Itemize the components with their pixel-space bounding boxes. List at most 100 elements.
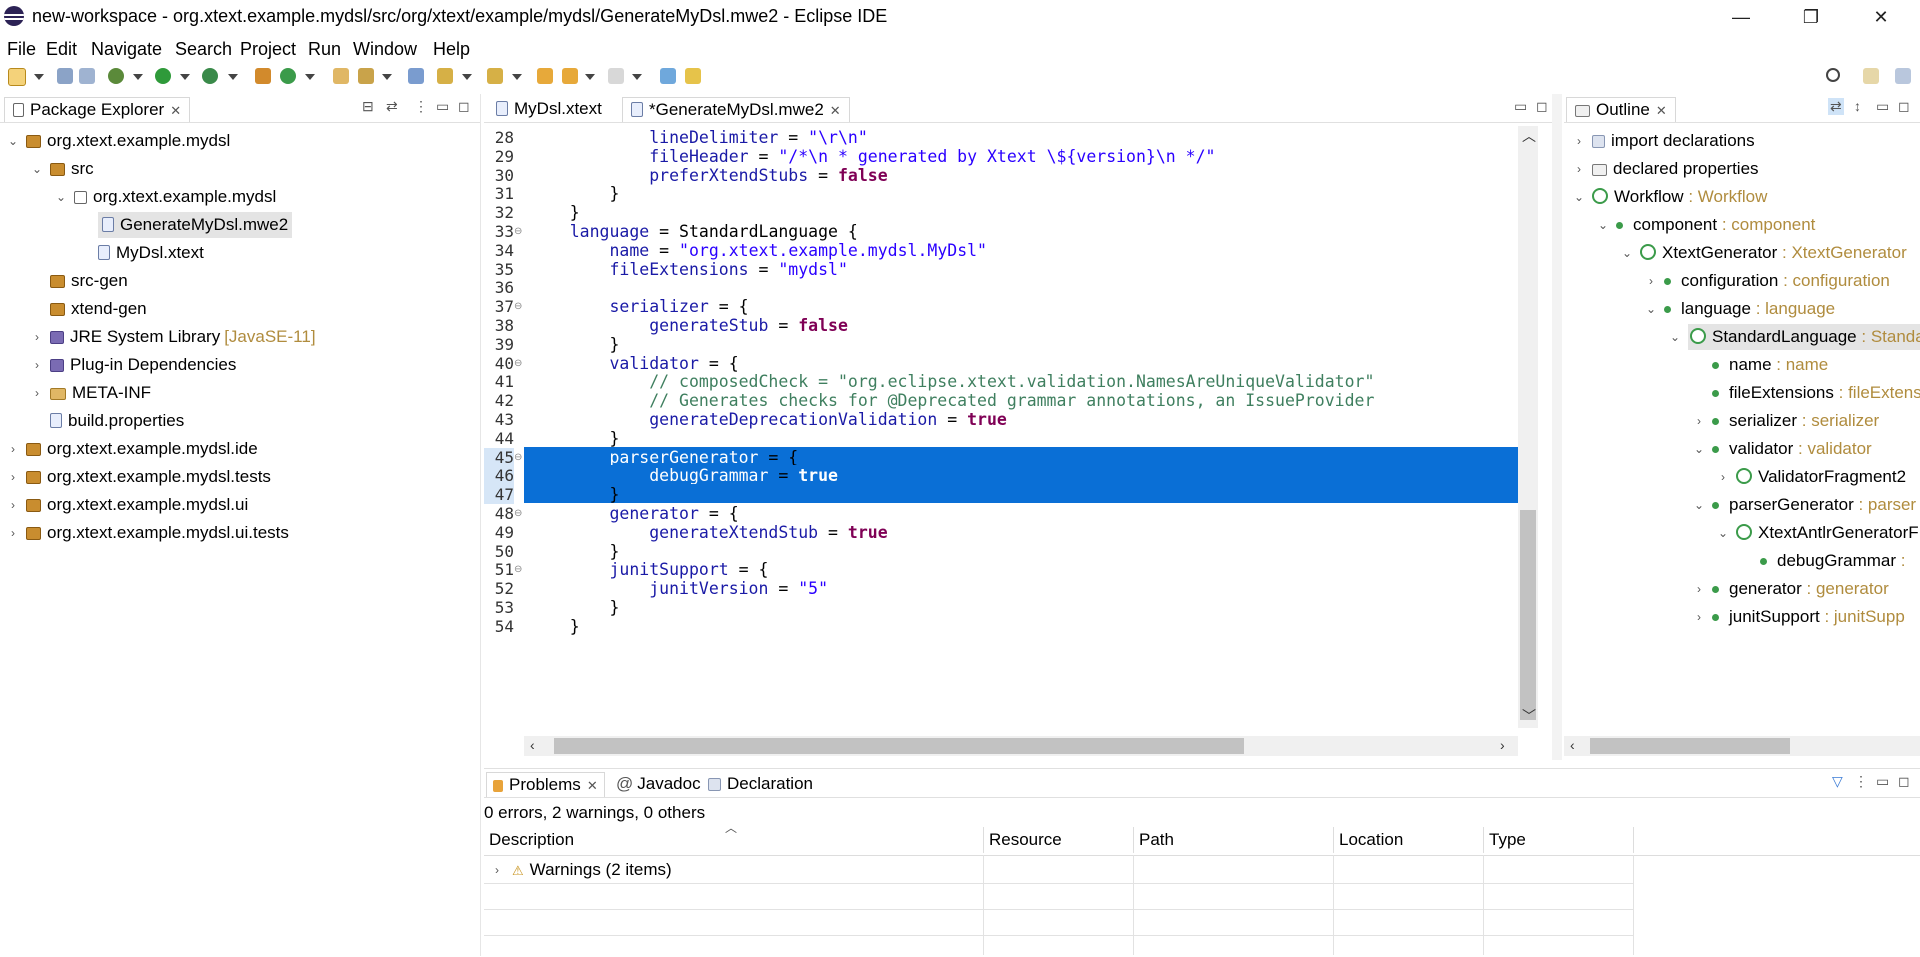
code-line[interactable]: generateXtendStub = true [530, 523, 887, 542]
menu-help[interactable]: Help [433, 39, 470, 60]
tab-problems[interactable]: Problems ✕ [486, 772, 605, 797]
forward-icon[interactable] [608, 68, 624, 84]
back-icon[interactable] [562, 68, 578, 84]
minimize-view-icon[interactable]: ▭ [436, 98, 449, 115]
minimize-button[interactable]: — [1706, 0, 1776, 34]
scroll-down-icon[interactable]: ﹀ [1522, 706, 1536, 726]
fold-toggle-icon[interactable]: ⊖ [514, 504, 522, 523]
menu-run[interactable]: Run [308, 39, 341, 60]
close-icon[interactable]: ✕ [170, 103, 181, 118]
editor-vertical-scrollbar[interactable]: ︿ ﹀ [1518, 126, 1538, 728]
expand-icon[interactable]: › [1692, 604, 1706, 630]
new-dropdown-icon[interactable] [34, 74, 44, 80]
expand-icon[interactable]: › [1692, 408, 1706, 434]
expand-icon[interactable]: › [30, 352, 44, 378]
right-sash[interactable] [1552, 94, 1562, 760]
code-line[interactable]: lineDelimiter = "\r\n" [530, 128, 868, 147]
collapse-icon[interactable]: ⌄ [1692, 492, 1706, 518]
open-perspective-icon[interactable] [1863, 68, 1879, 84]
menu-search[interactable]: Search [175, 39, 232, 60]
new-class-dropdown-icon[interactable] [305, 74, 315, 80]
expand-icon[interactable]: › [1692, 576, 1706, 602]
link-with-editor-icon[interactable]: ⇄ [386, 98, 398, 115]
view-menu-icon[interactable]: ⋮ [414, 98, 428, 115]
col-type[interactable]: Type [1484, 827, 1634, 853]
run-dropdown-icon[interactable] [180, 74, 190, 80]
next-annotation-dropdown-icon[interactable] [462, 74, 472, 80]
code-line[interactable]: preferXtendStubs = false [530, 166, 887, 185]
tab-generate-mwe2[interactable]: *GenerateMyDsl.mwe2 ✕ [622, 97, 850, 122]
fold-toggle-icon[interactable]: ⊖ [514, 297, 522, 316]
tree-item[interactable]: MyDsl.xtext [98, 240, 204, 266]
prev-annotation-dropdown-icon[interactable] [512, 74, 522, 80]
tab-mydsl-xtext[interactable]: MyDsl.xtext [488, 97, 610, 121]
code-line[interactable]: } [530, 203, 580, 222]
expand-icon[interactable]: › [6, 436, 20, 462]
expand-icon[interactable]: › [1644, 268, 1658, 294]
outline-item[interactable]: junitSupport : junitSupp [1712, 604, 1905, 630]
tree-item[interactable]: org.xtext.example.mydsl.ide [26, 436, 258, 462]
tab-declaration[interactable]: Declaration [702, 772, 819, 796]
code-line[interactable]: parserGenerator = { [530, 448, 798, 467]
tree-item[interactable]: JRE System Library [JavaSE-11] [50, 324, 316, 350]
code-line[interactable]: // composedCheck = "org.eclipse.xtext.va… [530, 372, 1374, 391]
fold-toggle-icon[interactable]: ⊖ [514, 222, 522, 241]
search-tool-icon[interactable] [358, 68, 374, 84]
minimize-editor-icon[interactable]: ▭ [1514, 98, 1527, 115]
expand-icon[interactable]: › [6, 520, 20, 546]
tree-item[interactable]: org.xtext.example.mydsl.ui.tests [26, 520, 289, 546]
next-annotation-icon[interactable] [437, 68, 453, 84]
collapse-icon[interactable]: ⌄ [1692, 436, 1706, 462]
col-resource[interactable]: Resource [984, 827, 1134, 853]
tree-item[interactable]: org.xtext.example.mydsl.tests [26, 464, 271, 490]
outline-item[interactable]: XtextAntlrGeneratorF [1736, 520, 1919, 546]
outline-item[interactable]: configuration : configuration [1664, 268, 1890, 294]
forward-dropdown-icon[interactable] [632, 74, 642, 80]
save-icon[interactable] [57, 68, 73, 84]
tasks-icon[interactable] [685, 68, 701, 84]
outline-item[interactable]: import declarations [1592, 128, 1755, 154]
save-all-icon[interactable] [79, 68, 95, 84]
tree-item[interactable]: xtend-gen [50, 296, 147, 322]
search-icon[interactable] [1826, 68, 1840, 82]
tree-item[interactable]: META-INF [50, 380, 151, 406]
editor-horizontal-scrollbar[interactable]: ‹ › [524, 736, 1518, 756]
back-dropdown-icon[interactable] [585, 74, 595, 80]
collapse-icon[interactable]: ⌄ [1596, 212, 1610, 238]
new-java-project-icon[interactable] [255, 68, 271, 84]
tree-item[interactable]: org.xtext.example.mydsl [74, 184, 276, 210]
scroll-up-icon[interactable]: ︿ [1522, 126, 1536, 146]
pin-editor-icon[interactable] [660, 68, 676, 84]
fold-toggle-icon[interactable]: ⊖ [514, 448, 522, 467]
outline-item[interactable]: fileExtensions : fileExtens [1712, 380, 1920, 406]
outline-item[interactable]: declared properties [1592, 156, 1759, 182]
tab-package-explorer[interactable]: Package Explorer ✕ [4, 97, 191, 122]
table-row[interactable]: › ⚠ Warnings (2 items) [484, 857, 1920, 883]
scroll-left-icon[interactable]: ‹ [1570, 737, 1575, 753]
expand-icon[interactable]: › [30, 380, 44, 406]
expand-icon[interactable]: › [490, 857, 504, 883]
outline-item[interactable]: XtextGenerator : XtextGenerator [1640, 240, 1907, 266]
toggle-mark-occurrences-icon[interactable] [408, 68, 424, 84]
external-tools-icon[interactable] [202, 68, 218, 84]
collapse-icon[interactable]: ⌄ [6, 128, 20, 154]
code-line[interactable]: junitVersion = "5" [530, 579, 828, 598]
code-line[interactable]: name = "org.xtext.example.mydsl.MyDsl" [530, 241, 987, 260]
code-line[interactable]: validator = { [530, 354, 738, 373]
code-line[interactable]: fileHeader = "/*\n * generated by Xtext … [530, 147, 1215, 166]
tree-item[interactable]: src [50, 156, 94, 182]
new-class-icon[interactable] [280, 68, 296, 84]
code-line[interactable]: junitSupport = { [530, 560, 768, 579]
collapse-icon[interactable]: ⌄ [1716, 520, 1730, 546]
outline-item[interactable]: ValidatorFragment2 [1736, 464, 1906, 490]
collapse-icon[interactable]: ⌄ [1644, 296, 1658, 322]
scroll-left-icon[interactable]: ‹ [530, 737, 535, 753]
collapse-icon[interactable]: ⌄ [30, 156, 44, 182]
fold-toggle-icon[interactable]: ⊖ [514, 560, 522, 579]
view-menu-icon[interactable]: ⋮ [1854, 773, 1868, 790]
outline-item[interactable]: component : component [1616, 212, 1815, 238]
collapse-all-icon[interactable]: ⊟ [362, 98, 374, 115]
code-line[interactable]: } [530, 335, 619, 354]
outline-item[interactable]: serializer : serializer [1712, 408, 1879, 434]
search-dropdown-icon[interactable] [382, 74, 392, 80]
